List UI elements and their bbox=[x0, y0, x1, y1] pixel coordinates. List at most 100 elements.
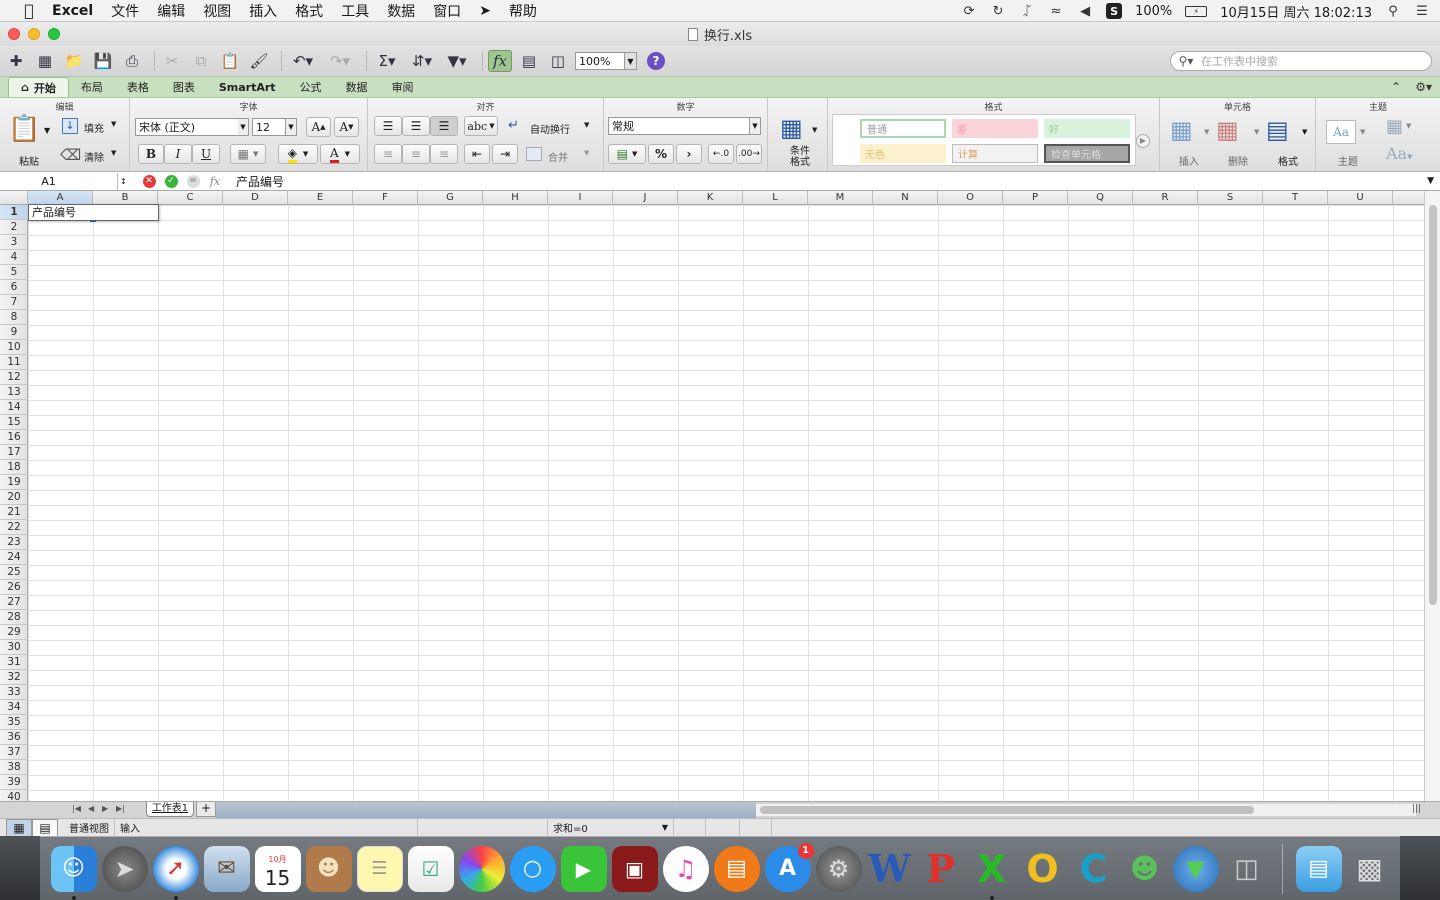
next-sheet-icon[interactable]: ▶ bbox=[102, 804, 108, 813]
column-header[interactable]: B bbox=[93, 191, 158, 205]
first-sheet-icon[interactable]: |◀ bbox=[72, 804, 81, 813]
folder-icon[interactable]: ▤ bbox=[1295, 845, 1342, 892]
excel-icon[interactable]: X bbox=[969, 846, 1015, 900]
menu-view[interactable]: 视图 bbox=[203, 1, 231, 21]
column-header[interactable]: R bbox=[1133, 191, 1198, 205]
app-menu-excel[interactable]: Excel bbox=[52, 3, 93, 19]
zoom-dropdown-icon[interactable]: ▼ bbox=[625, 52, 637, 70]
templates-icon[interactable]: ▦ bbox=[33, 50, 57, 72]
row-header[interactable]: 31 bbox=[0, 655, 28, 670]
number-format-field[interactable]: 常规 bbox=[608, 117, 750, 135]
expand-formula-bar-icon[interactable]: ▼ bbox=[1427, 176, 1434, 186]
column-header[interactable]: O bbox=[938, 191, 1003, 205]
safari-icon[interactable]: ➚ bbox=[152, 845, 199, 900]
finder-icon[interactable]: ☺ bbox=[50, 845, 97, 900]
column-header[interactable]: D bbox=[223, 191, 288, 205]
tab-layout[interactable]: 布局 bbox=[69, 77, 115, 97]
time-machine-icon[interactable]: ↻ bbox=[990, 3, 1006, 19]
collapse-ribbon-icon[interactable]: ⌃ bbox=[1391, 80, 1401, 94]
align-middle-button[interactable]: ☰ bbox=[402, 116, 430, 136]
messages-icon[interactable]: ○ bbox=[509, 845, 556, 892]
merge-icon[interactable] bbox=[526, 147, 542, 161]
row-header[interactable]: 29 bbox=[0, 625, 28, 640]
app-store-icon[interactable]: A1 bbox=[764, 842, 814, 892]
row-header[interactable]: 11 bbox=[0, 355, 28, 370]
sheet-search-input[interactable]: ⚲▾ 在工作表中搜索 bbox=[1170, 51, 1432, 71]
row-header[interactable]: 20 bbox=[0, 490, 28, 505]
remote-desktop-icon[interactable]: ◫ bbox=[1224, 846, 1270, 892]
number-format-dropdown-icon[interactable]: ▼ bbox=[750, 117, 761, 135]
font-size-dropdown-icon[interactable]: ▼ bbox=[286, 118, 297, 136]
row-header[interactable]: 13 bbox=[0, 385, 28, 400]
row-header[interactable]: 21 bbox=[0, 505, 28, 520]
delete-dropdown-icon[interactable]: ▼ bbox=[1254, 128, 1259, 136]
select-all-corner[interactable] bbox=[0, 191, 28, 205]
filter-icon[interactable]: ▼▾ bbox=[442, 50, 472, 72]
tab-review[interactable]: 审阅 bbox=[380, 77, 426, 97]
style-bad[interactable]: 差 bbox=[952, 119, 1038, 138]
borders-button[interactable]: ▦ ▼ bbox=[230, 144, 266, 164]
apple-icon[interactable]:  bbox=[20, 1, 38, 20]
column-header[interactable]: K bbox=[678, 191, 743, 205]
help-icon[interactable]: ? bbox=[647, 52, 665, 70]
row-header[interactable]: 7 bbox=[0, 295, 28, 310]
wrap-text-button[interactable]: 自动换行 bbox=[530, 121, 570, 136]
volume-icon[interactable]: ◀ bbox=[1077, 3, 1093, 19]
merge-dropdown-icon[interactable]: ▼ bbox=[584, 149, 589, 157]
cell-area[interactable] bbox=[28, 205, 1424, 801]
clock[interactable]: 10月15日 周六 18:02:13 bbox=[1220, 2, 1372, 21]
column-header[interactable]: L bbox=[743, 191, 808, 205]
style-neutral[interactable]: 无色 bbox=[860, 144, 946, 163]
sheet-tab-1[interactable]: 工作表1 bbox=[146, 802, 194, 817]
row-header[interactable]: 10 bbox=[0, 340, 28, 355]
row-header[interactable]: 23 bbox=[0, 535, 28, 550]
theme-colors-dropdown-icon[interactable]: ▼ bbox=[1406, 122, 1411, 130]
row-header[interactable]: 32 bbox=[0, 670, 28, 685]
increase-font-size-button[interactable]: A ▲ bbox=[306, 117, 331, 137]
align-right-button[interactable]: ≡ bbox=[430, 144, 458, 164]
row-header[interactable]: 12 bbox=[0, 370, 28, 385]
tab-smartart[interactable]: SmartArt bbox=[207, 77, 288, 97]
vertical-scrollbar[interactable] bbox=[1424, 191, 1440, 801]
clear-dropdown-icon[interactable]: ▼ bbox=[111, 149, 116, 157]
menu-insert[interactable]: 插入 bbox=[249, 1, 277, 21]
mail-icon[interactable]: ✉ bbox=[203, 845, 250, 892]
font-size-field[interactable]: 12 bbox=[252, 118, 286, 136]
zoom-field[interactable]: 100% bbox=[575, 52, 625, 70]
column-header[interactable]: G bbox=[418, 191, 483, 205]
delete-button[interactable]: 删除 bbox=[1228, 153, 1248, 168]
row-header[interactable]: 33 bbox=[0, 685, 28, 700]
themes-button[interactable]: 主题 bbox=[1338, 153, 1358, 168]
format-cells-icon[interactable]: ▤ bbox=[1266, 116, 1289, 144]
name-box-stepper-icon[interactable]: ↕ bbox=[120, 177, 127, 186]
messenger-icon[interactable]: ☻ bbox=[1122, 846, 1168, 892]
vertical-scroll-thumb[interactable] bbox=[1429, 205, 1437, 605]
worksheet-grid[interactable]: ABCDEFGHIJKLMNOPQRSTU 1 2 3 4 5 6 7 8 9 10 11 12 13 1… bbox=[0, 191, 1424, 801]
menu-file[interactable]: 文件 bbox=[111, 1, 139, 21]
horizontal-scroll-thumb[interactable] bbox=[760, 806, 1254, 814]
minimize-window-button[interactable] bbox=[28, 28, 40, 40]
insert-cells-icon[interactable]: ▦ bbox=[1170, 116, 1193, 144]
row-header[interactable]: 27 bbox=[0, 595, 28, 610]
cut-icon[interactable]: ✂ bbox=[160, 50, 184, 72]
formula-builder-button[interactable]: fx bbox=[488, 50, 512, 72]
bluetooth-icon[interactable]: ᛢ bbox=[1019, 3, 1035, 19]
column-header[interactable]: P bbox=[1003, 191, 1068, 205]
eraser-icon[interactable]: ⌫ bbox=[60, 146, 81, 164]
print-icon[interactable]: ⎙ bbox=[120, 50, 144, 72]
percent-style-button[interactable]: % bbox=[648, 144, 674, 164]
normal-view-button[interactable]: ▦ bbox=[6, 818, 32, 837]
zoom-window-button[interactable] bbox=[48, 28, 60, 40]
column-header[interactable]: I bbox=[548, 191, 613, 205]
fill-icon[interactable]: ↓ bbox=[62, 118, 78, 134]
align-left-button[interactable]: ≡ bbox=[374, 144, 402, 164]
ibooks-icon[interactable]: ▤ bbox=[713, 845, 760, 892]
column-header[interactable]: M bbox=[808, 191, 873, 205]
font-name-dropdown-icon[interactable]: ▼ bbox=[238, 118, 249, 136]
script-menu-icon[interactable]: ➤ bbox=[479, 3, 491, 19]
tab-data[interactable]: 数据 bbox=[334, 77, 380, 97]
increase-indent-button[interactable]: ⇥ bbox=[492, 144, 518, 164]
row-header[interactable]: 36 bbox=[0, 730, 28, 745]
menu-tools[interactable]: 工具 bbox=[341, 1, 369, 21]
column-header[interactable]: E bbox=[288, 191, 353, 205]
